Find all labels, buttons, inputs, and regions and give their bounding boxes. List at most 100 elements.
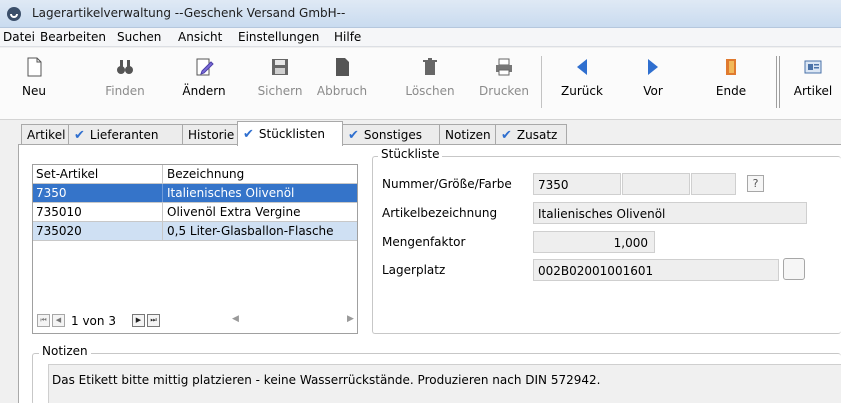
new-button[interactable]: Neu [14, 52, 54, 108]
new-document-icon [27, 57, 42, 77]
exit-door-icon [726, 59, 736, 75]
tab-stuecklisten[interactable]: ✔ Stücklisten [237, 121, 343, 146]
lagerplatz-field[interactable]: 002B02001001601 [533, 259, 779, 281]
menu-einstellungen[interactable]: Einstellungen [238, 30, 319, 44]
checkmark-icon: ✔ [74, 128, 85, 143]
edit-document-icon [196, 58, 214, 76]
printer-icon [496, 58, 512, 76]
cell-set-artikel: 735020 [33, 222, 163, 240]
menu-bar: Datei Bearbeiten Suchen Ansicht Einstell… [0, 28, 841, 47]
tab-zusatz-label: Zusatz [516, 128, 558, 142]
edit-button[interactable]: Ändern [180, 52, 228, 108]
cell-bezeichnung: Italienisches Olivenöl [167, 186, 295, 200]
save-button-label: Sichern [257, 84, 303, 98]
forward-button-label: Vor [643, 84, 663, 98]
grid-header: Set-Artikel Bezeichnung [33, 165, 357, 184]
tab-artikel-label: Artikel [27, 128, 66, 142]
tab-notizen[interactable]: Notizen [439, 124, 496, 145]
edit-button-label: Ändern [182, 84, 226, 98]
article-card-icon [804, 60, 822, 74]
back-button[interactable]: Zurück [557, 52, 607, 108]
cell-bezeichnung: Olivenöl Extra Vergine [167, 205, 301, 219]
toolbar: Neu Finden Ändern Sichern Abbruch Lösche… [0, 48, 841, 120]
find-button[interactable]: Finden [100, 52, 150, 108]
print-button[interactable]: Drucken [478, 52, 530, 108]
scroll-right-icon[interactable]: ▶ [347, 314, 354, 324]
column-header-bezeichnung[interactable]: Bezeichnung [167, 167, 244, 181]
cancel-button-label: Abbruch [316, 84, 368, 98]
record-navigator: ⏮ ◀ 1 von 3 ▶ ⏭ ◀ ▶ [33, 312, 357, 332]
save-button[interactable]: Sichern [255, 52, 305, 108]
window-title: Lagerartikelverwaltung --Geschenk Versan… [32, 6, 346, 20]
column-divider [162, 165, 163, 184]
delete-button[interactable]: Löschen [404, 52, 456, 108]
delete-button-label: Löschen [405, 84, 455, 98]
set-article-grid[interactable]: Set-Artikel Bezeichnung 7350 Italienisch… [32, 164, 358, 334]
table-row[interactable]: 735020 0,5 Liter-Glasballon-Flasche [33, 222, 357, 241]
exit-button[interactable]: Ende [711, 52, 751, 108]
tab-sonstiges-label: Sonstiges [363, 128, 423, 142]
notizen-group-label: Notizen [39, 344, 91, 358]
arrow-right-icon [648, 59, 658, 75]
first-record-icon[interactable]: ⏮ [37, 314, 50, 327]
artikelbezeichnung-label: Artikelbezeichnung [382, 206, 498, 220]
tab-stuecklisten-label: Stücklisten [258, 127, 325, 141]
save-disk-icon [272, 59, 288, 75]
trash-icon [423, 58, 437, 75]
nummer-field[interactable]: 7350 [533, 173, 621, 195]
tab-lieferanten-label: Lieferanten [89, 128, 159, 142]
tab-zusatz[interactable]: ✔ Zusatz [495, 124, 567, 145]
cell-set-artikel: 735010 [33, 203, 163, 221]
tab-artikel[interactable]: Artikel [21, 124, 69, 145]
scroll-left-icon[interactable]: ◀ [232, 314, 239, 324]
groesse-field[interactable] [622, 173, 690, 195]
arrow-left-icon [577, 59, 587, 75]
tab-historie-label: Historie [188, 128, 235, 142]
mengenfaktor-label: Mengenfaktor [382, 235, 466, 249]
tab-notizen-label: Notizen [445, 128, 491, 142]
cancel-button[interactable]: Abbruch [314, 52, 370, 108]
column-header-set-artikel[interactable]: Set-Artikel [36, 167, 98, 181]
article-button[interactable]: Artikel [790, 52, 836, 108]
toolbar-separator [776, 56, 780, 108]
menu-suchen[interactable]: Suchen [117, 30, 161, 44]
farbe-field[interactable] [691, 173, 736, 195]
checkmark-icon: ✔ [243, 127, 254, 142]
new-button-label: Neu [22, 84, 46, 98]
menu-datei[interactable]: Datei [3, 30, 35, 44]
cancel-document-icon [336, 58, 349, 76]
record-position: 1 von 3 [71, 314, 116, 328]
article-button-label: Artikel [793, 84, 833, 98]
notes-textarea[interactable]: Das Etikett bitte mittig platzieren - ke… [48, 364, 841, 403]
tab-sonstiges[interactable]: ✔ Sonstiges [342, 124, 440, 145]
nummer-label: Nummer/Größe/Farbe [382, 177, 512, 191]
toolbar-separator [541, 56, 542, 108]
artikelbezeichnung-field[interactable]: Italienisches Olivenöl [533, 202, 807, 224]
app-logo-icon [7, 7, 21, 21]
find-button-label: Finden [105, 84, 145, 98]
tab-historie[interactable]: Historie [182, 124, 238, 145]
table-row[interactable]: 735010 Olivenöl Extra Vergine [33, 203, 357, 222]
checkmark-icon: ✔ [348, 128, 359, 143]
tab-lieferanten[interactable]: ✔ Lieferanten [68, 124, 183, 145]
title-bar: Lagerartikelverwaltung --Geschenk Versan… [0, 0, 841, 28]
lagerplatz-label: Lagerplatz [382, 263, 446, 277]
cell-bezeichnung: 0,5 Liter-Glasballon-Flasche [167, 224, 334, 238]
back-button-label: Zurück [561, 84, 603, 98]
tab-bar: Artikel ✔ Lieferanten Historie ✔ Stücklist… [0, 121, 841, 146]
table-row[interactable]: 7350 Italienisches Olivenöl [33, 184, 357, 203]
previous-record-icon[interactable]: ◀ [52, 314, 65, 327]
exit-button-label: Ende [715, 84, 747, 98]
menu-bearbeiten[interactable]: Bearbeiten [40, 30, 106, 44]
forward-button[interactable]: Vor [633, 52, 673, 108]
next-record-icon[interactable]: ▶ [132, 314, 145, 327]
lagerplatz-lookup-button[interactable] [783, 258, 805, 280]
last-record-icon[interactable]: ⏭ [147, 314, 160, 327]
checkmark-icon: ✔ [501, 128, 512, 143]
cell-set-artikel: 7350 [33, 184, 163, 202]
help-lookup-button[interactable]: ? [747, 175, 764, 192]
menu-ansicht[interactable]: Ansicht [178, 30, 222, 44]
mengenfaktor-field[interactable]: 1,000 [533, 231, 655, 253]
menu-hilfe[interactable]: Hilfe [334, 30, 361, 44]
print-button-label: Drucken [479, 84, 529, 98]
